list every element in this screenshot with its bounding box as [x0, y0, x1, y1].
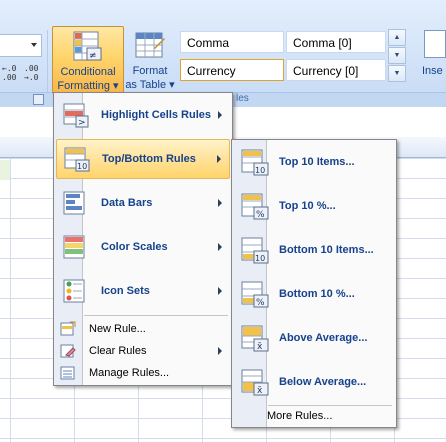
increase-decimal-button[interactable]: ←.0 .00: [2, 64, 20, 82]
menu-item-highlight-cells-rules[interactable]: > Highlight Cells Rules: [56, 95, 230, 135]
submenu-arrow-icon: [218, 243, 222, 251]
svg-text:≠: ≠: [89, 51, 97, 61]
selected-cell: [0, 160, 10, 180]
menu-label: Manage Rules...: [89, 367, 170, 379]
menu-item-more-rules[interactable]: More Rules...: [234, 407, 394, 425]
dialog-launcher-icon[interactable]: [33, 94, 44, 105]
menu-label: More Rules...: [267, 410, 333, 422]
icon-badge: x̄: [257, 342, 263, 352]
above-average-icon: x̄: [241, 325, 269, 352]
icon-badge: x̄: [257, 386, 263, 396]
gallery-up-icon[interactable]: ▲: [388, 29, 406, 46]
decrease-decimal-button[interactable]: .00 →.0: [24, 64, 42, 82]
menu-label: New Rule...: [89, 323, 146, 335]
insert-cells-icon[interactable]: [424, 30, 446, 58]
menu-item-color-scales[interactable]: Color Scales: [56, 227, 230, 267]
menu-label: Bottom 10 %...: [279, 288, 355, 300]
menu-item-manage-rules[interactable]: Manage Rules...: [56, 363, 230, 383]
clear-rules-icon: [60, 344, 76, 358]
menu-label: Bottom 10 Items...: [279, 244, 374, 256]
svg-text:10: 10: [77, 162, 87, 171]
insert-label[interactable]: Inse: [422, 65, 443, 77]
format-as-table-label-2: as Table ▾: [125, 79, 175, 91]
top-bottom-rules-icon: 10: [64, 147, 90, 172]
menu-item-top-bottom-rules[interactable]: 10 Top/Bottom Rules: [56, 139, 230, 179]
below-average-icon: x̄: [241, 369, 269, 396]
icon-badge: 10: [255, 254, 265, 263]
menu-item-above-average[interactable]: x̄ Above Average...: [234, 318, 394, 358]
bottom-10-percent-icon: %: [241, 281, 269, 308]
icon-badge: %: [256, 210, 265, 220]
icon-sets-icon: [63, 279, 85, 303]
gallery-down-icon[interactable]: ▼: [388, 47, 406, 64]
menu-item-bottom-10-percent[interactable]: % Bottom 10 %...: [234, 274, 394, 314]
top-10-items-icon: 10: [241, 149, 269, 176]
color-scales-icon: [63, 235, 85, 259]
styles-group-label: les: [236, 93, 249, 104]
top-bottom-rules-submenu: 10 Top 10 Items... % Top 10 %... 10 Bott…: [231, 139, 397, 428]
submenu-arrow-icon: [217, 155, 221, 163]
menu-label: Top 10 Items...: [279, 156, 355, 168]
menu-label: Top/Bottom Rules: [102, 153, 196, 165]
chevron-down-icon: [31, 43, 37, 47]
menu-label: Highlight Cells Rules: [101, 109, 212, 121]
top-10-percent-icon: %: [241, 193, 269, 220]
cell-style-currency[interactable]: Currency: [180, 59, 284, 81]
menu-label: Data Bars: [101, 197, 153, 209]
cell-style-currency-0[interactable]: Currency [0]: [286, 59, 386, 81]
new-rule-icon: [60, 321, 76, 336]
menu-label: Color Scales: [101, 241, 168, 253]
group-separator: [47, 30, 48, 100]
cell-style-comma-0[interactable]: Comma [0]: [286, 31, 386, 53]
conditional-formatting-icon: ≠: [73, 31, 102, 61]
menu-separator: [84, 315, 228, 316]
menu-label: Top 10 %...: [279, 200, 336, 212]
format-as-table-button[interactable]: Format as Table ▾: [124, 26, 176, 92]
submenu-arrow-icon: [218, 111, 222, 119]
format-as-table-label: Format: [132, 65, 168, 77]
submenu-arrow-icon: [218, 287, 222, 295]
menu-item-bottom-10-items[interactable]: 10 Bottom 10 Items...: [234, 230, 394, 270]
menu-item-top-10-percent[interactable]: % Top 10 %...: [234, 186, 394, 226]
highlight-cells-rules-icon: >: [63, 103, 89, 128]
data-bars-icon: [63, 191, 85, 215]
conditional-formatting-button[interactable]: ≠ Conditional Formatting ▾: [52, 26, 124, 94]
conditional-formatting-label: Conditional: [60, 66, 116, 78]
menu-item-top-10-items[interactable]: 10 Top 10 Items...: [234, 142, 394, 182]
icon-badge: 10: [255, 166, 265, 175]
menu-label: Above Average...: [279, 332, 368, 344]
icon-badge: %: [256, 298, 265, 308]
menu-item-clear-rules[interactable]: Clear Rules: [56, 341, 230, 361]
menu-item-below-average[interactable]: x̄ Below Average...: [234, 362, 394, 402]
svg-text:>: >: [78, 118, 86, 128]
menu-label: Clear Rules: [89, 345, 147, 357]
bottom-10-items-icon: 10: [241, 237, 269, 264]
conditional-formatting-label-2: Formatting ▾: [57, 80, 119, 92]
menu-item-icon-sets[interactable]: Icon Sets: [56, 271, 230, 311]
submenu-arrow-icon: [218, 347, 222, 355]
gallery-more-icon[interactable]: ▼: [388, 65, 406, 82]
conditional-formatting-menu: > Highlight Cells Rules 10 Top/Bottom Ru…: [53, 92, 233, 386]
format-as-table-icon: [135, 32, 165, 58]
menu-item-data-bars[interactable]: Data Bars: [56, 183, 230, 223]
menu-item-new-rule[interactable]: New Rule...: [56, 319, 230, 339]
gallery-scrollbar[interactable]: ▲ ▼ ▼: [388, 29, 406, 85]
font-size-dropdown[interactable]: [0, 34, 42, 57]
cell-style-comma[interactable]: Comma: [180, 31, 284, 53]
submenu-arrow-icon: [218, 199, 222, 207]
menu-label: Icon Sets: [101, 285, 150, 297]
menu-separator: [268, 405, 392, 406]
menu-label: Below Average...: [279, 376, 367, 388]
manage-rules-icon: [60, 366, 75, 380]
